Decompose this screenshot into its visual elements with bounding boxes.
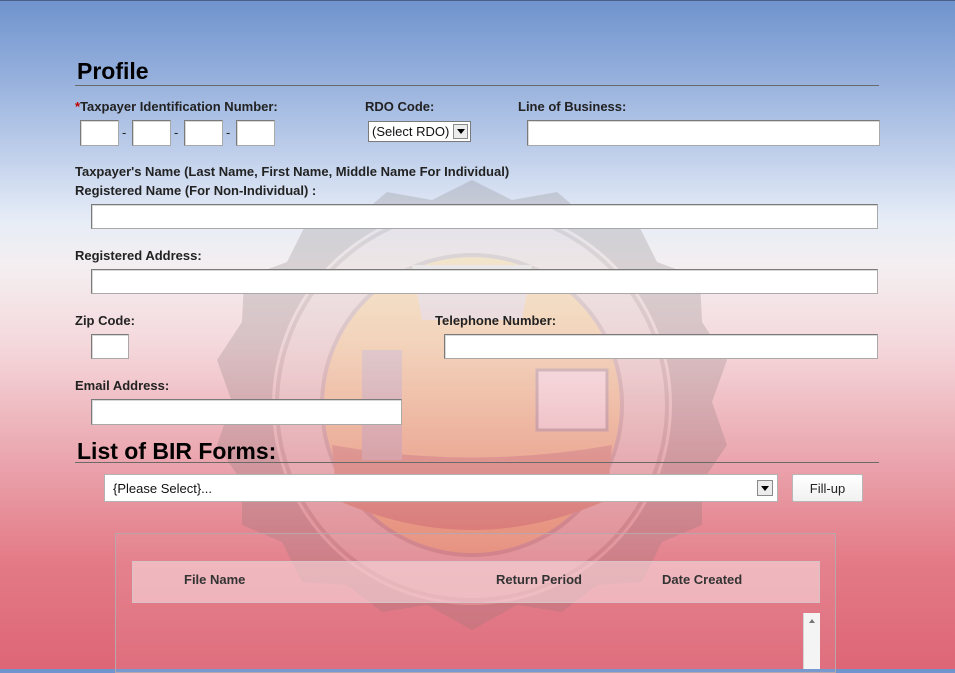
zip-code-input[interactable] [91,334,129,359]
rdo-select[interactable]: (Select RDO) [368,121,471,142]
telephone-input[interactable] [444,334,878,359]
bir-forms-title: List of BIR Forms: [77,438,277,464]
bir-forms-divider [75,462,879,463]
tin-part-2-input[interactable] [132,120,171,146]
tin-separator: - [226,125,231,140]
fill-up-button[interactable]: Fill-up [792,474,863,502]
files-table-scrollbar[interactable] [803,613,820,669]
column-header-file-name[interactable]: File Name [184,572,245,587]
zip-code-label: Zip Code: [75,313,135,328]
telephone-label: Telephone Number: [435,313,557,328]
profile-divider [75,85,879,86]
tin-part-3-input[interactable] [184,120,223,146]
tin-label: *Taxpayer Identification Number: [75,99,278,114]
tin-part-4-input[interactable] [236,120,275,146]
line-of-business-input[interactable] [527,120,880,146]
profile-title: Profile [77,58,149,84]
registered-name-label: Registered Name (For Non-Individual) : [75,183,317,198]
column-header-return-period[interactable]: Return Period [496,572,582,587]
chevron-down-icon[interactable] [453,124,468,139]
scroll-up-arrow-icon[interactable] [804,613,820,623]
tin-separator: - [174,125,179,140]
column-header-date-created[interactable]: Date Created [662,572,742,587]
rdo-selected-value: (Select RDO) [372,124,450,139]
window-top-border [0,0,955,1]
registered-address-input[interactable] [91,269,878,294]
files-panel [115,533,836,673]
tin-part-1-input[interactable] [80,120,119,146]
email-label: Email Address: [75,378,170,393]
tin-label-text: Taxpayer Identification Number: [80,99,278,114]
bir-form-select[interactable]: {Please Select}... [104,474,778,502]
email-input[interactable] [91,399,402,425]
taxpayer-name-input[interactable] [91,204,878,229]
taxpayer-name-label: Taxpayer's Name (Last Name, First Name, … [75,164,510,179]
chevron-down-icon[interactable] [757,480,773,496]
bir-form-selected-value: {Please Select}... [113,480,213,496]
tin-separator: - [122,125,127,140]
registered-address-label: Registered Address: [75,248,202,263]
line-of-business-label: Line of Business: [518,99,627,114]
rdo-label: RDO Code: [365,99,435,114]
